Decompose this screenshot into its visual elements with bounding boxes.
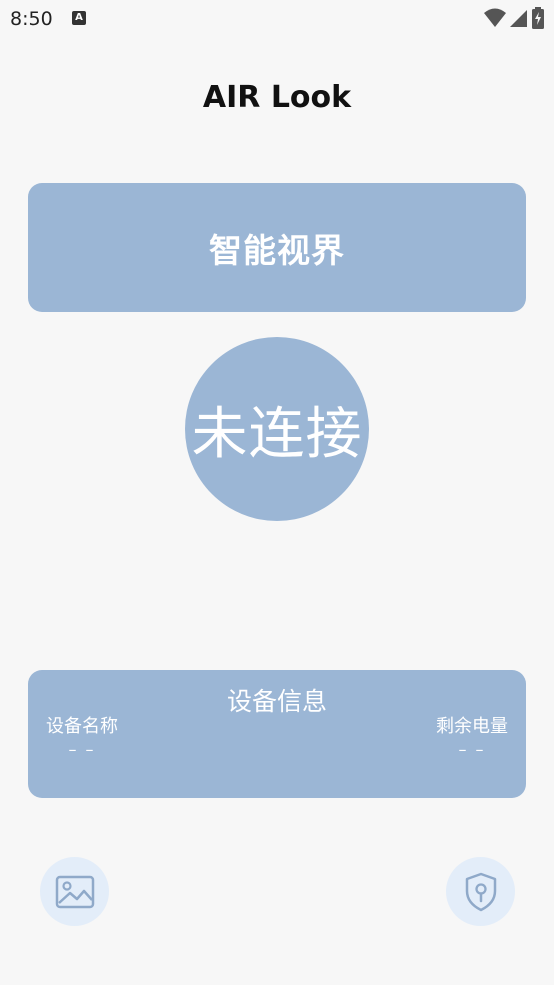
status-icons [484, 7, 544, 29]
wifi-icon [484, 8, 506, 27]
device-name-block: 设备名称 – – [46, 712, 118, 759]
battery-label: 剩余电量 [436, 716, 508, 737]
battery-value: – – [458, 740, 486, 759]
signal-icon [510, 10, 527, 27]
a-icon: A [72, 11, 86, 25]
shield-icon [465, 872, 496, 911]
connection-status-button[interactable]: 未连接 [185, 337, 369, 521]
device-name-label: 设备名称 [46, 716, 118, 737]
security-button[interactable] [446, 857, 515, 926]
battery-charging-icon [532, 7, 544, 29]
device-name-value: – – [68, 740, 96, 759]
gallery-icon [55, 875, 94, 908]
smart-vision-button[interactable]: 智能视界 [28, 183, 526, 312]
status-bar: 8:50 A [0, 0, 554, 40]
app-title: AIR Look [202, 80, 352, 115]
status-time: 8:50 [10, 8, 53, 30]
connection-status-label: 未连接 [191, 401, 363, 467]
app-screen: 8:50 A AIR Look 智能视界 未连接 设备信息 设备名称 – – 剩… [0, 0, 554, 985]
battery-block: 剩余电量 – – [436, 712, 508, 759]
device-info-card: 设备信息 设备名称 – – 剩余电量 – – [28, 670, 526, 798]
gallery-button[interactable] [40, 857, 109, 926]
smart-vision-label: 智能视界 [209, 230, 345, 270]
